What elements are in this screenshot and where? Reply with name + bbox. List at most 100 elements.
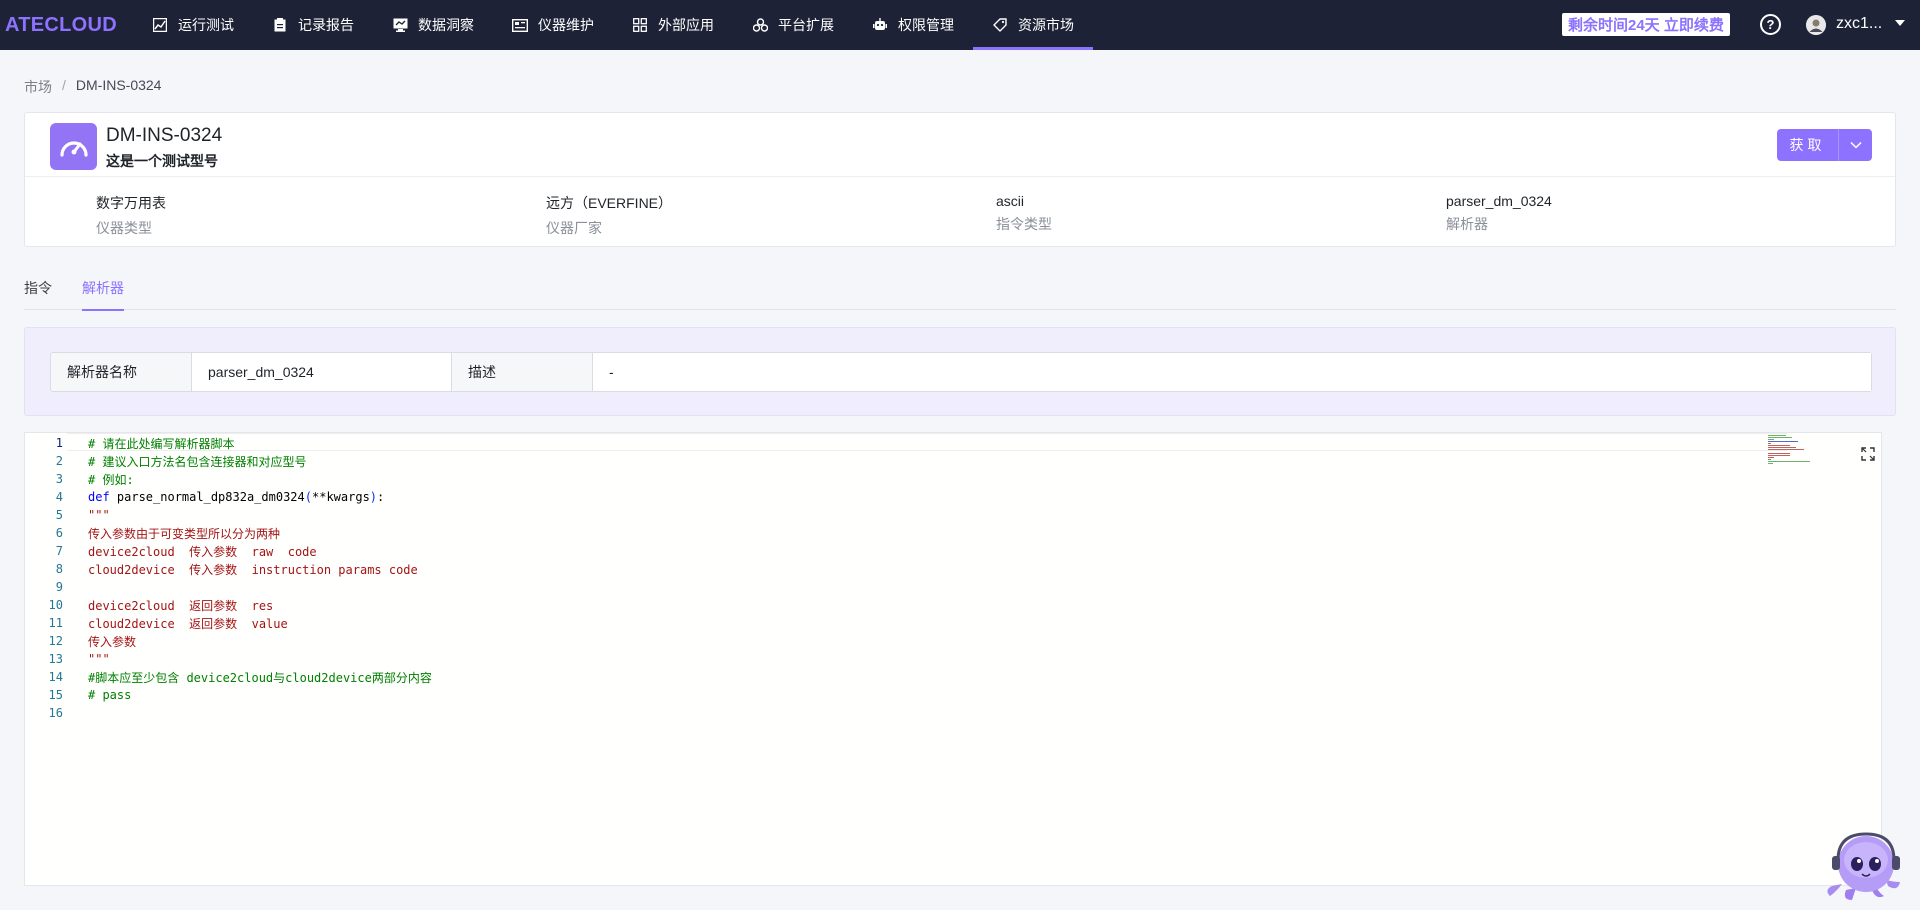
code-line: 12 传入参数	[25, 632, 1785, 650]
line-number: 5	[55, 508, 63, 522]
line-number: 12	[48, 634, 63, 648]
top-navbar: ATECLOUD 运行测试 记录报告 数据洞察 仪器维护 外部应用 平台扩展 权…	[0, 0, 1920, 50]
code-line: 11 cloud2device 返回参数 value	[25, 614, 1785, 632]
code-token: def	[88, 490, 110, 504]
code-editor[interactable]: 1 # 请在此处编写解析器脚本 2 # 建议入口方法名包含连接器和对应型号 3 # 例如:…	[24, 432, 1895, 887]
parser-desc-key: 描述	[452, 353, 593, 391]
app-logo[interactable]: ATECLOUD	[5, 14, 133, 37]
code-token: **kwargs	[312, 490, 370, 504]
meta-command-type: ascii 指令类型	[996, 193, 1396, 234]
nav-item-insights[interactable]: 数据洞察	[373, 0, 493, 50]
code-text: device2cloud 传入参数 raw code	[88, 544, 317, 559]
line-number: 4	[55, 490, 63, 504]
grid-icon	[632, 17, 648, 33]
code-line: 3 # 例如:	[25, 470, 1785, 488]
editor-scrollbar[interactable]	[1881, 433, 1895, 887]
nav-item-run-test[interactable]: 运行测试	[133, 0, 253, 50]
line-number: 16	[48, 706, 63, 720]
get-button[interactable]: 获取	[1777, 129, 1839, 161]
code-line: 5 """	[25, 506, 1785, 524]
line-number: 14	[48, 670, 63, 684]
nav-item-permissions[interactable]: 权限管理	[853, 0, 973, 50]
code-line: 9	[25, 578, 1785, 596]
nav-item-label: 资源市场	[1018, 17, 1074, 33]
help-icon[interactable]: ?	[1760, 14, 1781, 35]
line-number: 10	[48, 598, 63, 612]
code-text: """	[88, 508, 110, 522]
code-text: 传入参数由于可变类型所以分为两种	[88, 526, 281, 541]
parser-name-value: parser_dm_0324	[192, 353, 452, 391]
meta-label: 仪器类型	[96, 220, 152, 236]
parser-name-key: 解析器名称	[51, 353, 192, 391]
nav-item-resource-market[interactable]: 资源市场	[973, 0, 1093, 50]
meta-parser: parser_dm_0324 解析器	[1446, 193, 1846, 234]
nav-item-external-apps[interactable]: 外部应用	[613, 0, 733, 50]
detail-tabs: 指令 解析器	[24, 268, 1896, 311]
line-number: 11	[48, 616, 63, 630]
robot-icon	[872, 17, 888, 33]
main-nav: 运行测试 记录报告 数据洞察 仪器维护 外部应用 平台扩展 权限管理 资源市场	[133, 0, 1093, 50]
meta-value: 数字万用表	[96, 195, 166, 211]
code-token: (	[304, 490, 312, 504]
line-number: 6	[55, 526, 63, 540]
expand-icon[interactable]	[1861, 447, 1875, 461]
monitor-icon	[392, 17, 408, 33]
nav-item-label: 数据洞察	[418, 17, 474, 33]
gauge-icon	[50, 123, 97, 170]
nav-item-platform-extensions[interactable]: 平台扩展	[733, 0, 853, 50]
code-line: 8 cloud2device 传入参数 instruction params co…	[25, 560, 1785, 578]
meta-value: 远方（EVERFINE）	[546, 195, 673, 211]
meta-label: 解析器	[1446, 216, 1488, 232]
code-line: 16	[25, 704, 1785, 722]
renew-button[interactable]: 剩余时间24天 立即续费	[1562, 13, 1730, 36]
line-number: 8	[55, 562, 63, 576]
caret-down-icon[interactable]	[1895, 20, 1905, 26]
line-number: 1	[55, 436, 63, 450]
code-text: cloud2device 传入参数 instruction params cod…	[88, 562, 418, 577]
meta-manufacturer: 远方（EVERFINE） 仪器厂家	[546, 193, 946, 238]
code-text: def parse_normal_dp832a_dm0324(**kwargs)…	[88, 490, 384, 504]
model-header-top: DM-INS-0324 这是一个测试型号 获取	[25, 113, 1895, 177]
nav-item-label: 外部应用	[658, 17, 714, 33]
nav-item-label: 平台扩展	[778, 17, 834, 33]
nav-item-label: 运行测试	[178, 17, 234, 33]
line-number: 3	[55, 472, 63, 486]
line-number: 13	[48, 652, 63, 666]
code-text: 传入参数	[88, 634, 137, 649]
minimap[interactable]	[1768, 435, 1828, 465]
code-text: # 请在此处编写解析器脚本	[88, 436, 235, 451]
meta-label: 仪器厂家	[546, 220, 602, 236]
cluster-icon	[752, 17, 768, 33]
model-header-card: DM-INS-0324 这是一个测试型号 获取 数字万用表 仪器类型 远方（EV…	[24, 112, 1896, 247]
meta-value: parser_dm_0324	[1446, 193, 1552, 209]
code-line: 14 #脚本应至少包含 device2cloud与cloud2device两部分内…	[25, 668, 1785, 686]
nav-item-records[interactable]: 记录报告	[253, 0, 373, 50]
instrument-icon	[512, 17, 528, 33]
code-line: 1 # 请在此处编写解析器脚本	[25, 434, 1785, 452]
code-line: 6 传入参数由于可变类型所以分为两种	[25, 524, 1785, 542]
nav-item-instrument-maintenance[interactable]: 仪器维护	[493, 0, 613, 50]
chevron-down-icon[interactable]	[1839, 129, 1872, 161]
code-text: cloud2device 返回参数 value	[88, 616, 288, 631]
code-line: 7 device2cloud 传入参数 raw code	[25, 542, 1785, 560]
code-text: device2cloud 返回参数 res	[88, 598, 274, 613]
meta-instrument-type: 数字万用表 仪器类型	[96, 193, 496, 238]
nav-item-label: 权限管理	[898, 17, 954, 33]
model-title: DM-INS-0324	[106, 125, 223, 146]
avatar[interactable]	[1806, 15, 1826, 35]
code-token: )	[369, 490, 378, 504]
breadcrumb-market[interactable]: 市场	[24, 77, 52, 97]
tab-commands[interactable]: 指令	[24, 268, 52, 310]
code-text: # pass	[88, 688, 132, 702]
username[interactable]: zxc1...	[1836, 15, 1888, 33]
code-line: 15 # pass	[25, 686, 1785, 704]
line-number: 9	[55, 580, 63, 594]
code-text: #脚本应至少包含 device2cloud与cloud2device两部分内容	[88, 670, 432, 685]
tag-icon	[992, 17, 1008, 33]
code-text: # 例如:	[88, 472, 134, 487]
code-text: """	[88, 652, 110, 666]
assistant-mascot-icon[interactable]	[1822, 820, 1910, 902]
model-description: 这是一个测试型号	[106, 153, 218, 169]
code-line: 2 # 建议入口方法名包含连接器和对应型号	[25, 452, 1785, 470]
tab-parser[interactable]: 解析器	[82, 268, 124, 311]
